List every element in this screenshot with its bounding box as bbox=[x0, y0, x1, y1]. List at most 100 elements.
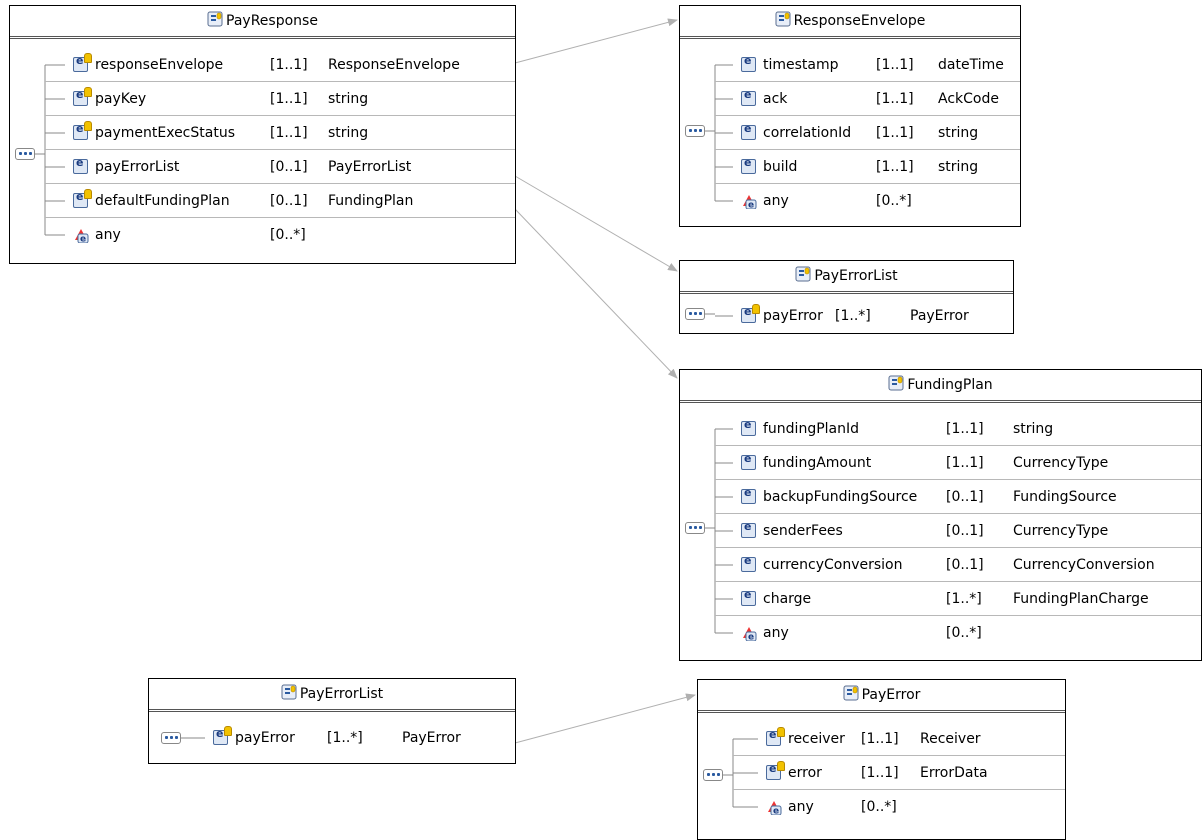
element-multiplicity: [1..1] bbox=[876, 159, 914, 175]
element-multiplicity: [0..*] bbox=[861, 799, 897, 815]
element-row-any[interactable]: e any [0..*] bbox=[715, 184, 1020, 218]
element-row-receiver[interactable]: receiver [1..1] Receiver bbox=[733, 722, 1065, 756]
connector-payErrorList bbox=[514, 175, 678, 272]
element-name: payError bbox=[235, 730, 295, 746]
element-row-senderFees[interactable]: senderFees [0..1] CurrencyType bbox=[715, 514, 1201, 548]
element-row-timestamp[interactable]: timestamp [1..1] dateTime bbox=[715, 48, 1020, 82]
payerror-box[interactable]: PayError receiver [1..1] Receiver error [1..… bbox=[697, 679, 1066, 840]
any-element-icon: e bbox=[766, 799, 782, 817]
element-icon bbox=[741, 486, 756, 504]
responseenvelope-box[interactable]: ResponseEnvelope timestamp [1..1] dateTime… bbox=[679, 5, 1021, 227]
element-type: string bbox=[1013, 421, 1054, 437]
element-row-payKey[interactable]: payKey [1..1] string bbox=[45, 82, 515, 116]
element-icon bbox=[741, 418, 756, 436]
payerrorlist-standalone-title: PayErrorList bbox=[299, 686, 384, 702]
connector-responseEnvelope bbox=[514, 18, 678, 64]
element-multiplicity: [1..1] bbox=[270, 91, 308, 107]
element-name: any bbox=[788, 799, 814, 815]
element-name: receiver bbox=[788, 731, 845, 747]
element-name: payKey bbox=[95, 91, 147, 107]
element-row-paymentExecStatus[interactable]: paymentExecStatus [1..1] string bbox=[45, 116, 515, 150]
element-multiplicity: [0..1] bbox=[946, 489, 984, 505]
element-row-responseEnvelope[interactable]: responseEnvelope [1..1] ResponseEnvelope bbox=[45, 48, 515, 82]
element-icon bbox=[741, 452, 756, 470]
element-row-any[interactable]: e any [0..*] bbox=[45, 218, 515, 252]
element-type: ErrorData bbox=[920, 765, 988, 781]
element-row-any[interactable]: e any [0..*] bbox=[733, 790, 1065, 824]
payerrorlist-box-standalone[interactable]: PayErrorList payError [1..*] PayError bbox=[148, 678, 516, 764]
element-row-currencyConversion[interactable]: currencyConversion [0..1] CurrencyConversi… bbox=[715, 548, 1201, 582]
element-multiplicity: [0..*] bbox=[876, 193, 912, 209]
element-multiplicity: [1..1] bbox=[861, 765, 899, 781]
element-row-fundingAmount[interactable]: fundingAmount [1..1] CurrencyType bbox=[715, 446, 1201, 480]
element-name: defaultFundingPlan bbox=[95, 193, 230, 209]
element-name: ack bbox=[763, 91, 788, 107]
element-row-ack[interactable]: ack [1..1] AckCode bbox=[715, 82, 1020, 116]
element-required-icon bbox=[766, 727, 785, 746]
svg-text:e: e bbox=[80, 235, 86, 244]
element-name: paymentExecStatus bbox=[95, 125, 235, 141]
element-name: timestamp bbox=[763, 57, 839, 73]
element-row-payError[interactable]: payError [1..*] PayError bbox=[715, 299, 1013, 333]
element-multiplicity: [0..1] bbox=[946, 557, 984, 573]
element-multiplicity: [1..1] bbox=[946, 455, 984, 471]
element-name: backupFundingSource bbox=[763, 489, 918, 505]
element-row-backupFundingSource[interactable]: backupFundingSource [0..1] FundingSource bbox=[715, 480, 1201, 514]
element-multiplicity: [1..*] bbox=[835, 308, 871, 324]
element-row-payErrorList[interactable]: payErrorList [0..1] PayErrorList bbox=[45, 150, 515, 184]
fundingplan-box[interactable]: FundingPlan fundingPlanId[1..1]stringfun… bbox=[679, 369, 1202, 661]
element-type: PayError bbox=[910, 308, 969, 324]
element-row-charge[interactable]: charge [1..*] FundingPlanCharge bbox=[715, 582, 1201, 616]
any-element-icon: e bbox=[741, 625, 757, 643]
element-multiplicity: [0..*] bbox=[270, 227, 306, 243]
element-name: charge bbox=[763, 591, 812, 607]
complex-type-icon bbox=[281, 681, 297, 711]
complex-type-icon bbox=[795, 263, 811, 293]
element-name: any bbox=[763, 625, 789, 641]
payerrorlist-box[interactable]: PayErrorList payError [1..*] PayError bbox=[679, 260, 1014, 334]
element-multiplicity: [1..1] bbox=[270, 57, 308, 73]
complex-type-icon bbox=[843, 682, 859, 712]
element-name: build bbox=[763, 159, 798, 175]
element-name: any bbox=[95, 227, 121, 243]
element-required-icon bbox=[73, 189, 92, 208]
element-icon bbox=[741, 54, 756, 72]
element-type: string bbox=[938, 159, 979, 175]
element-row-fundingPlanId[interactable]: fundingPlanId [1..1] string bbox=[715, 412, 1201, 446]
element-multiplicity: [1..1] bbox=[876, 57, 914, 73]
element-type: string bbox=[938, 125, 979, 141]
element-multiplicity: [1..1] bbox=[861, 731, 899, 747]
element-icon bbox=[741, 520, 756, 538]
element-row-error[interactable]: error [1..1] ErrorData bbox=[733, 756, 1065, 790]
element-name: fundingPlanId bbox=[763, 421, 860, 437]
element-icon bbox=[741, 554, 756, 572]
element-type: PayError bbox=[402, 730, 461, 746]
element-name: payErrorList bbox=[95, 159, 180, 175]
element-row-build[interactable]: build [1..1] string bbox=[715, 150, 1020, 184]
element-type: Receiver bbox=[920, 731, 981, 747]
complex-type-icon bbox=[775, 8, 791, 38]
payerrorlist-title: PayErrorList bbox=[814, 268, 898, 284]
element-icon bbox=[741, 588, 756, 606]
element-required-icon bbox=[766, 761, 785, 780]
element-icon bbox=[73, 156, 88, 174]
any-element-icon: e bbox=[741, 193, 757, 211]
element-row-any[interactable]: e any [0..*] bbox=[715, 616, 1201, 650]
connector-defaultFundingPlan bbox=[514, 208, 678, 379]
element-icon bbox=[741, 122, 756, 140]
payresponse-title: PayResponse bbox=[226, 13, 318, 29]
element-required-icon bbox=[213, 726, 232, 745]
any-element-icon: e bbox=[73, 227, 89, 245]
element-multiplicity: [1..1] bbox=[270, 125, 308, 141]
payresponse-box[interactable]: PayResponse responseEnvelope [1..1] Respon… bbox=[9, 5, 516, 264]
element-multiplicity: [0..1] bbox=[270, 159, 308, 175]
element-type: PayErrorList bbox=[328, 159, 412, 175]
element-row-defaultFundingPlan[interactable]: defaultFundingPlan [0..1] FundingPlan bbox=[45, 184, 515, 218]
element-row-payError[interactable]: payError [1..*] PayError bbox=[191, 721, 515, 755]
element-row-correlationId[interactable]: correlationId [1..1] string bbox=[715, 116, 1020, 150]
element-name: correlationId bbox=[763, 125, 852, 141]
element-name: any bbox=[763, 193, 789, 209]
element-type: CurrencyType bbox=[1013, 523, 1109, 539]
element-type: string bbox=[328, 91, 369, 107]
element-type: FundingSource bbox=[1013, 489, 1117, 505]
